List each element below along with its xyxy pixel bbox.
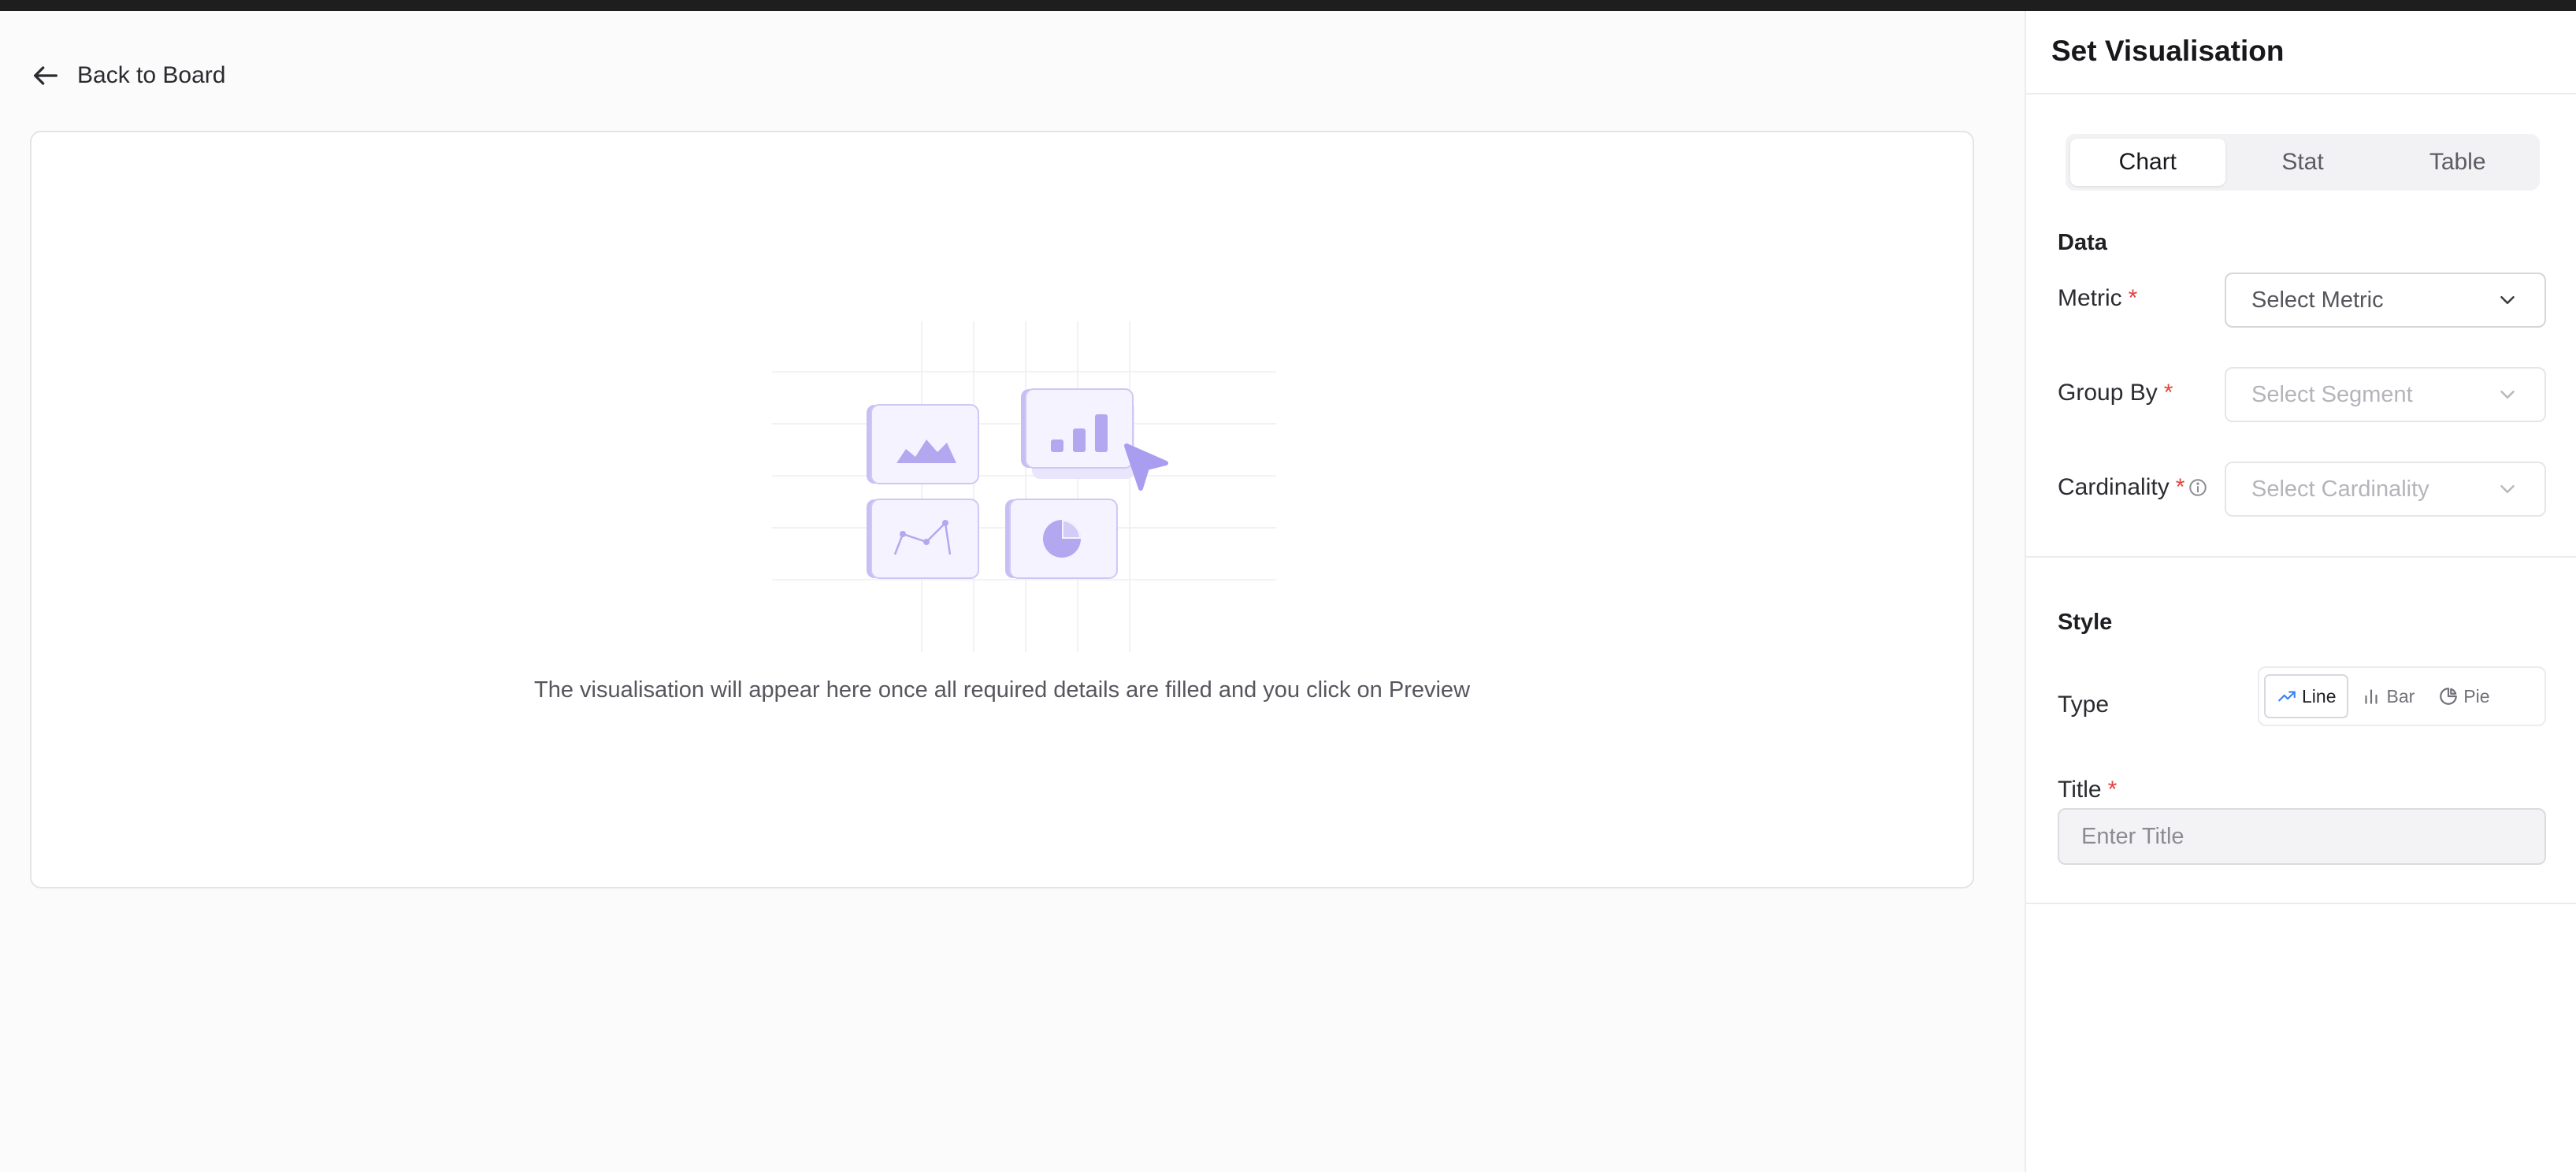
chart-type-line-label: Line bbox=[2302, 685, 2337, 707]
type-label-text: Type bbox=[2058, 692, 2110, 718]
empty-state-message: The visualisation will appear here once … bbox=[533, 677, 1471, 703]
required-mark: * bbox=[2128, 285, 2138, 311]
chart-type-pie[interactable]: Pie bbox=[2427, 674, 2500, 718]
visualisation-settings-panel: Set Visualisation Chart Stat Table Data … bbox=[2025, 11, 2576, 1172]
chevron-down-icon bbox=[2500, 391, 2515, 399]
style-bottom-divider bbox=[2026, 903, 2576, 904]
cardinality-select[interactable]: Select Cardinality bbox=[2225, 462, 2546, 517]
main-area: Back to Board The visualisation will app… bbox=[0, 11, 2025, 1172]
metric-select-value: Select Metric bbox=[2251, 287, 2384, 313]
arrow-left-icon bbox=[34, 66, 58, 85]
back-to-board-link[interactable]: Back to Board bbox=[30, 50, 225, 101]
group-by-select[interactable]: Select Segment bbox=[2225, 367, 2546, 422]
chevron-down-icon bbox=[2500, 485, 2515, 493]
info-icon[interactable] bbox=[2188, 477, 2208, 498]
cardinality-label-text: Cardinality bbox=[2058, 474, 2170, 500]
type-label: Type bbox=[2058, 692, 2109, 718]
chart-type-pie-label: Pie bbox=[2463, 685, 2490, 707]
trend-line-icon bbox=[2278, 691, 2296, 702]
data-style-divider bbox=[2026, 556, 2576, 558]
metric-label-text: Metric bbox=[2058, 285, 2122, 311]
tab-chart[interactable]: Chart bbox=[2070, 139, 2225, 186]
title-input[interactable] bbox=[2058, 808, 2546, 865]
title-label-text: Title bbox=[2058, 777, 2102, 803]
preview-card: The visualisation will appear here once … bbox=[30, 131, 1974, 888]
panel-title: Set Visualisation bbox=[2051, 35, 2285, 67]
tab-stat[interactable]: Stat bbox=[2225, 139, 2381, 186]
group-by-select-value: Select Segment bbox=[2251, 381, 2413, 407]
title-label: Title * bbox=[2058, 777, 2117, 803]
bar-chart-icon bbox=[2365, 689, 2378, 704]
chart-type-line[interactable]: Line bbox=[2264, 674, 2349, 718]
back-to-board-label: Back to Board bbox=[77, 62, 226, 88]
chart-type-selector: Line Bar Pie bbox=[2258, 666, 2546, 726]
required-mark: * bbox=[2163, 380, 2173, 406]
required-mark: * bbox=[2107, 777, 2118, 803]
chart-type-bar[interactable]: Bar bbox=[2350, 674, 2426, 718]
group-by-label-text: Group By bbox=[2058, 380, 2158, 406]
tab-table[interactable]: Table bbox=[2380, 139, 2535, 186]
metric-label: Metric * bbox=[2058, 285, 2137, 312]
metric-select[interactable]: Select Metric bbox=[2225, 273, 2546, 328]
required-mark: * bbox=[2175, 474, 2185, 500]
chart-type-bar-label: Bar bbox=[2386, 685, 2415, 707]
top-bar bbox=[0, 0, 2576, 11]
cardinality-select-value: Select Cardinality bbox=[2251, 476, 2429, 502]
pie-chart-icon bbox=[2440, 688, 2458, 705]
header-divider bbox=[2026, 93, 2576, 95]
visualisation-type-tabs: Chart Stat Table bbox=[2066, 134, 2540, 191]
cardinality-label: Cardinality * bbox=[2058, 474, 2208, 501]
data-section-heading: Data bbox=[2058, 230, 2107, 255]
style-section-heading: Style bbox=[2058, 610, 2113, 635]
empty-visualisation-illustration bbox=[772, 321, 1276, 652]
group-by-label: Group By * bbox=[2058, 380, 2173, 406]
chevron-down-icon bbox=[2500, 296, 2515, 304]
